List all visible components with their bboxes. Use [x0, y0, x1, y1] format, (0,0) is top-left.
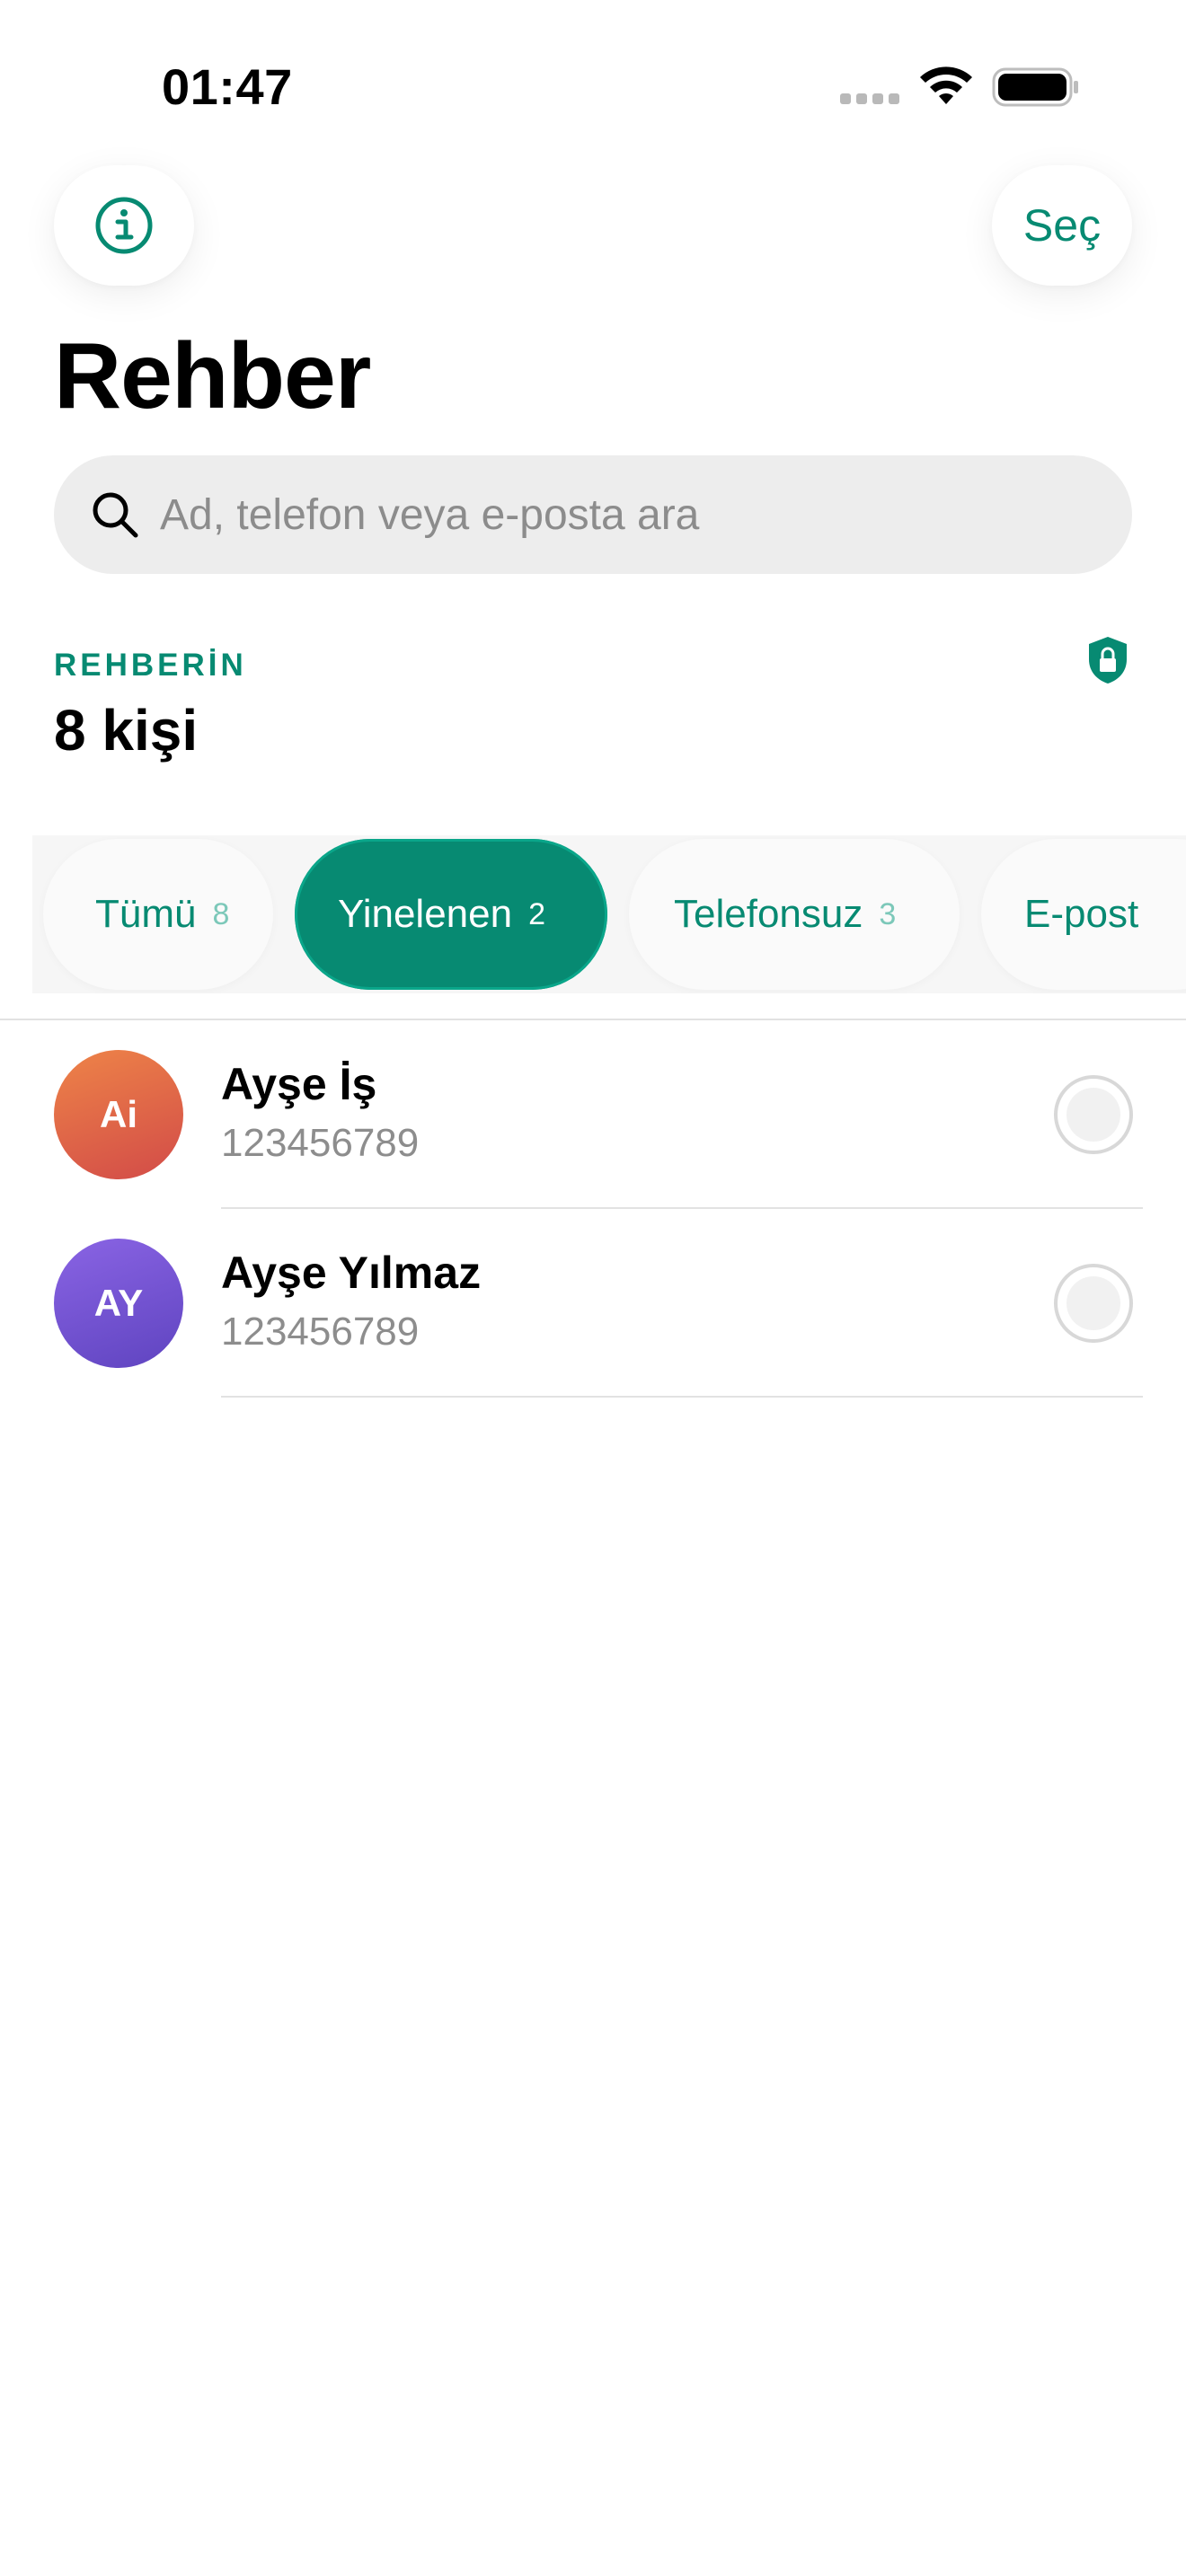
filter-chip-no-phone[interactable]: Telefonsuz 3 [629, 839, 960, 990]
contact-name: Ayşe Yılmaz [221, 1248, 482, 1298]
filter-chip-no-email[interactable]: E-post [981, 839, 1186, 990]
info-icon [95, 197, 153, 254]
search-input[interactable] [160, 455, 1094, 574]
contact-row[interactable]: Ai Ayşe İş 123456789 [0, 1020, 1186, 1209]
status-time: 01:47 [162, 58, 293, 115]
battery-icon [992, 67, 1078, 107]
avatar-initials: Ai [100, 1093, 137, 1135]
contacts-count: 8 kişi [54, 698, 199, 763]
row-divider [221, 1396, 1143, 1398]
wifi-icon [920, 66, 972, 104]
cellular-signal-icon [840, 93, 899, 106]
status-bar: 01:47 [0, 0, 1186, 171]
filter-chip-count: 3 [879, 896, 897, 931]
filter-chip-duplicates[interactable]: Yinelenen 2 [295, 839, 607, 990]
avatar-initials: AY [93, 1282, 144, 1324]
select-button-label: Seç [1022, 200, 1102, 251]
avatar: AY [54, 1239, 183, 1368]
contact-phone: 123456789 [221, 1121, 420, 1165]
select-button[interactable]: Seç [992, 165, 1132, 286]
contacts-summary-label: REHBERİN [54, 648, 247, 683]
search-bar[interactable] [54, 455, 1132, 574]
contact-row[interactable]: AY Ayşe Yılmaz 123456789 [0, 1209, 1186, 1398]
filter-chip-label: Yinelenen [338, 892, 513, 936]
page-title: Rehber [54, 324, 371, 428]
filter-chip-label: Tümü [95, 892, 197, 936]
filter-chip-row[interactable]: Tümü 8 Yinelenen 2 Telefonsuz 3 E-post [32, 835, 1186, 993]
filter-chip-all[interactable]: Tümü 8 [43, 839, 273, 990]
filter-chip-label: Telefonsuz [674, 892, 863, 936]
contact-name: Ayşe İş [221, 1059, 377, 1109]
filter-chip-label: E-post [1024, 892, 1139, 936]
contact-phone: 123456789 [221, 1310, 420, 1354]
avatar: Ai [54, 1050, 183, 1179]
filter-chip-count: 2 [528, 896, 546, 931]
contact-select-radio[interactable] [1054, 1075, 1133, 1154]
info-button[interactable] [54, 165, 194, 286]
filter-chip-count: 8 [212, 896, 230, 931]
privacy-shield-icon [1089, 637, 1127, 684]
contact-select-radio[interactable] [1054, 1264, 1133, 1343]
search-icon [93, 492, 138, 538]
